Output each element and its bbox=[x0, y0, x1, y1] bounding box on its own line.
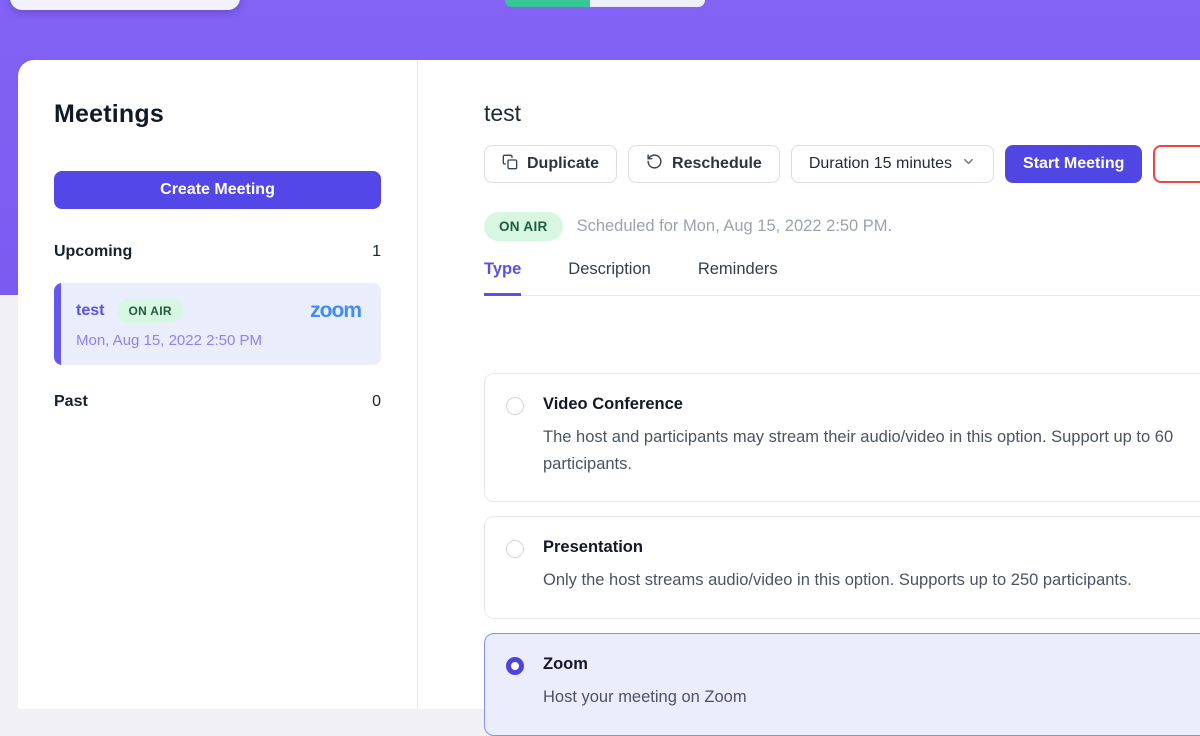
meeting-name: test bbox=[76, 302, 104, 320]
on-air-badge: ON AIR bbox=[117, 299, 182, 323]
delete-button[interactable] bbox=[1153, 145, 1200, 183]
option-video-conference[interactable]: Video Conference The host and participan… bbox=[484, 373, 1200, 502]
tab-type[interactable]: Type bbox=[484, 260, 521, 296]
duplicate-button[interactable]: Duplicate bbox=[484, 145, 617, 183]
progress-bar bbox=[505, 0, 705, 7]
status-row: ON AIR Scheduled for Mon, Aug 15, 2022 2… bbox=[484, 212, 1200, 241]
past-label: Past bbox=[54, 393, 88, 411]
option-presentation[interactable]: Presentation Only the host streams audio… bbox=[484, 516, 1200, 619]
option-title: Video Conference bbox=[543, 395, 1200, 414]
detail-tabs: Type Description Reminders bbox=[484, 260, 1200, 296]
upcoming-section-header: Upcoming 1 bbox=[54, 243, 381, 261]
past-count: 0 bbox=[372, 393, 381, 411]
header-card bbox=[10, 0, 240, 10]
app-panel: Meetings Create Meeting Upcoming 1 test … bbox=[18, 60, 1200, 709]
rotate-ccw-icon bbox=[646, 153, 663, 175]
on-air-status-badge: ON AIR bbox=[484, 212, 563, 241]
radio-checked-icon[interactable] bbox=[506, 657, 524, 675]
meeting-type-options: Video Conference The host and participan… bbox=[484, 373, 1200, 736]
duplicate-label: Duplicate bbox=[527, 155, 599, 173]
meeting-detail: test Duplicate Reschedule Duration 15 mi… bbox=[418, 60, 1200, 709]
radio-unchecked-icon[interactable] bbox=[506, 540, 524, 558]
option-body: Zoom Host your meeting on Zoom bbox=[543, 655, 747, 711]
option-body: Video Conference The host and participan… bbox=[543, 395, 1200, 477]
option-body: Presentation Only the host streams audio… bbox=[543, 538, 1132, 594]
toolbar: Duplicate Reschedule Duration 15 minutes… bbox=[484, 145, 1200, 183]
upcoming-count: 1 bbox=[372, 243, 381, 261]
reschedule-label: Reschedule bbox=[672, 155, 762, 173]
option-title: Zoom bbox=[543, 655, 747, 674]
past-section-header: Past 0 bbox=[54, 393, 381, 411]
progress-bar-track bbox=[590, 0, 705, 7]
zoom-logo: zoom bbox=[310, 299, 361, 323]
tab-description[interactable]: Description bbox=[568, 260, 651, 295]
meeting-list-item[interactable]: test ON AIR zoom Mon, Aug 15, 2022 2:50 … bbox=[54, 283, 381, 365]
start-meeting-button[interactable]: Start Meeting bbox=[1005, 145, 1142, 183]
option-description: Host your meeting on Zoom bbox=[543, 684, 747, 711]
create-meeting-button[interactable]: Create Meeting bbox=[54, 171, 381, 209]
option-title: Presentation bbox=[543, 538, 1132, 557]
option-description: The host and participants may stream the… bbox=[543, 424, 1200, 477]
meetings-sidebar: Meetings Create Meeting Upcoming 1 test … bbox=[18, 60, 418, 709]
option-description: Only the host streams audio/video in thi… bbox=[543, 567, 1132, 594]
duration-value: Duration 15 minutes bbox=[809, 155, 952, 173]
copy-icon bbox=[502, 154, 518, 175]
sidebar-title: Meetings bbox=[54, 100, 381, 129]
chevron-down-icon bbox=[961, 154, 976, 174]
reschedule-button[interactable]: Reschedule bbox=[628, 145, 780, 183]
page-title: test bbox=[484, 100, 1200, 127]
scheduled-text: Scheduled for Mon, Aug 15, 2022 2:50 PM. bbox=[577, 217, 893, 236]
radio-unchecked-icon[interactable] bbox=[506, 397, 524, 415]
option-zoom[interactable]: Zoom Host your meeting on Zoom bbox=[484, 633, 1200, 736]
meeting-item-header: test ON AIR zoom bbox=[76, 299, 361, 323]
selected-accent-bar bbox=[54, 283, 61, 365]
progress-bar-fill bbox=[505, 0, 590, 7]
meeting-datetime: Mon, Aug 15, 2022 2:50 PM bbox=[76, 332, 361, 349]
tab-reminders[interactable]: Reminders bbox=[698, 260, 778, 295]
duration-select[interactable]: Duration 15 minutes bbox=[791, 145, 994, 183]
upcoming-label: Upcoming bbox=[54, 243, 132, 261]
